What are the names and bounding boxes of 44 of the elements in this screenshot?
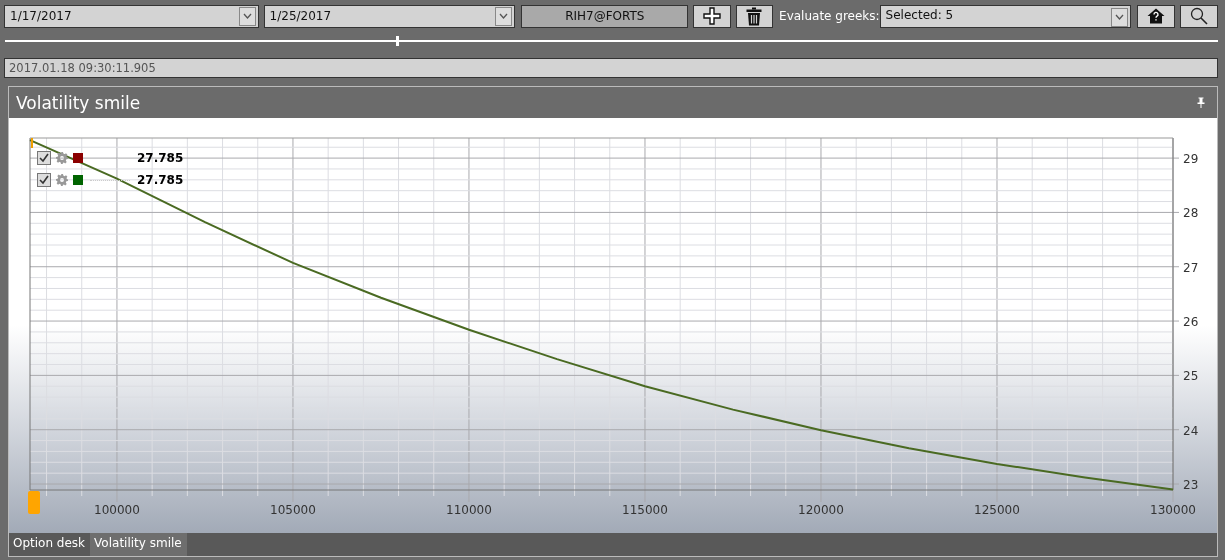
scroll-thumb[interactable] xyxy=(28,491,40,514)
trash-icon xyxy=(746,6,763,26)
tab[interactable]: Volatility smile xyxy=(90,533,187,556)
axis-label: 27 xyxy=(1183,260,1199,275)
home-icon xyxy=(1146,8,1165,24)
date-dropdown[interactable]: 1/25/2017 xyxy=(263,4,516,28)
cursor-marker[interactable] xyxy=(31,138,33,148)
axis-label: 110000 xyxy=(446,503,492,517)
legend-value: 27.785 xyxy=(137,173,184,187)
axis-label: 130000 xyxy=(1150,503,1196,517)
search-icon xyxy=(1189,7,1208,25)
caret-icon xyxy=(1115,14,1125,20)
greeks-label: Evaluate greeks: xyxy=(779,9,880,23)
checkbox[interactable] xyxy=(37,173,51,187)
pin-icon[interactable] xyxy=(1197,97,1205,108)
greeks-dropdown[interactable]: Selected: 5 xyxy=(879,4,1132,28)
gear-icon[interactable] xyxy=(56,174,68,186)
slider-thumb[interactable] xyxy=(395,36,399,46)
axis-label: 26 xyxy=(1183,315,1199,330)
caret-icon xyxy=(499,13,509,19)
axis-label: 125000 xyxy=(974,503,1020,517)
instrument-button[interactable]: RIH7@FORTS xyxy=(521,4,689,28)
add-button[interactable] xyxy=(693,4,731,28)
timestamp-field: 2017.01.18 09:30:11.905 xyxy=(4,58,1218,78)
axis-label: 23 xyxy=(1183,478,1199,492)
delete-button[interactable] xyxy=(735,4,774,28)
panel-title: Volatility smile xyxy=(16,92,141,113)
axis-label: 28 xyxy=(1183,206,1199,221)
axis-label: 29 xyxy=(1183,152,1199,167)
time-slider[interactable] xyxy=(5,36,1218,46)
axis-label: 120000 xyxy=(798,503,844,517)
axis-label: 25 xyxy=(1183,369,1199,384)
home-button[interactable] xyxy=(1137,4,1175,28)
caret-icon xyxy=(242,13,252,19)
plus-icon xyxy=(703,7,721,25)
date-dropdown[interactable]: 1/17/2017 xyxy=(4,4,259,28)
axis-label: 115000 xyxy=(622,503,668,517)
search-button[interactable] xyxy=(1179,4,1218,28)
legend-value: 27.785 xyxy=(137,151,184,165)
gear-icon[interactable] xyxy=(56,152,68,164)
axis-label: 100000 xyxy=(94,503,140,517)
axis-label: 105000 xyxy=(270,503,316,517)
axis-label: 24 xyxy=(1183,423,1199,438)
checkbox[interactable] xyxy=(37,151,51,165)
